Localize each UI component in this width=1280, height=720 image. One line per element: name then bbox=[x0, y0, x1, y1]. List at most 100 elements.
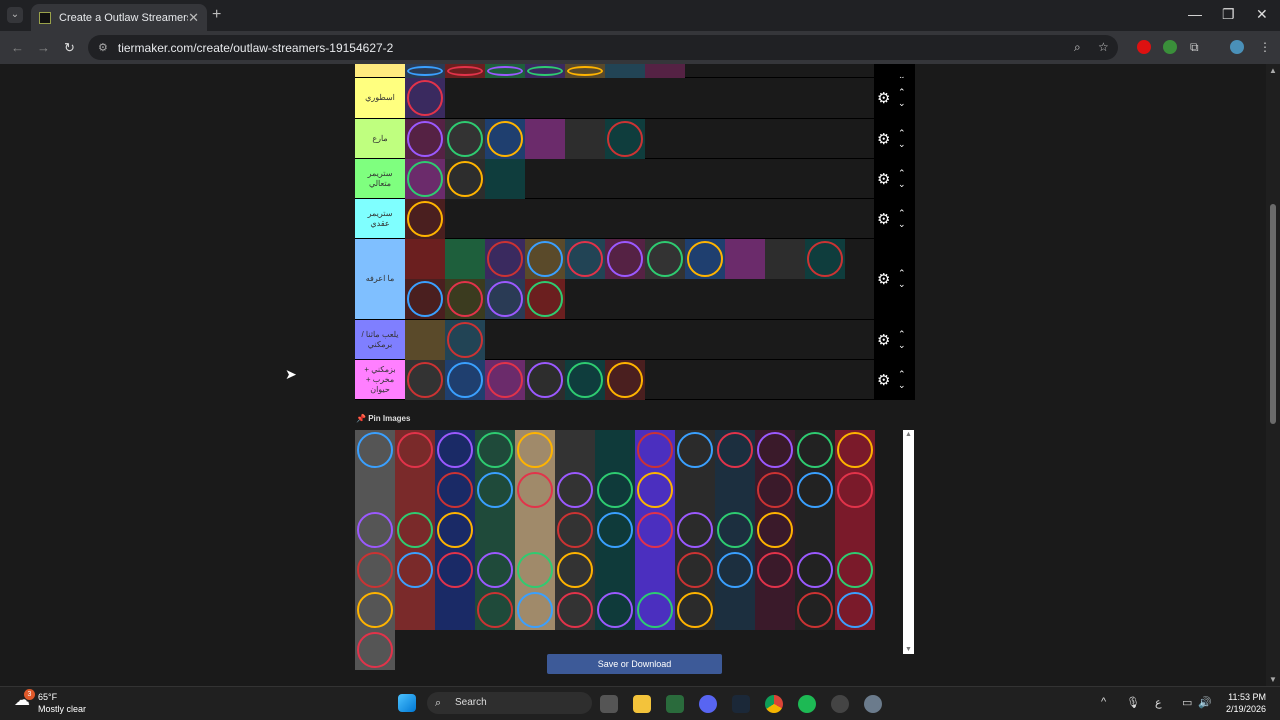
pool-item-image[interactable] bbox=[395, 550, 435, 590]
scroll-down-icon[interactable]: ▼ bbox=[1269, 675, 1277, 684]
steam-icon[interactable] bbox=[732, 695, 750, 713]
tier-item-image[interactable] bbox=[805, 239, 845, 279]
file-explorer-icon[interactable] bbox=[633, 695, 651, 713]
network-icon[interactable]: ▭ bbox=[1182, 696, 1192, 709]
tier-item-image[interactable] bbox=[605, 360, 645, 400]
pool-item-image[interactable] bbox=[715, 550, 755, 590]
pool-item-image[interactable] bbox=[675, 590, 715, 630]
tier-item-image[interactable] bbox=[405, 199, 445, 239]
tier-item-image[interactable] bbox=[645, 64, 685, 78]
pool-item-image[interactable] bbox=[515, 430, 555, 470]
pool-item-image[interactable] bbox=[635, 590, 675, 630]
move-up-icon[interactable]: ⌃ bbox=[898, 268, 906, 278]
pool-item-image[interactable] bbox=[795, 510, 835, 550]
tier-label[interactable] bbox=[355, 64, 405, 77]
pool-item-image[interactable] bbox=[675, 550, 715, 590]
pool-item-image[interactable] bbox=[475, 430, 515, 470]
pool-item-image[interactable] bbox=[555, 470, 595, 510]
pool-item-image[interactable] bbox=[715, 470, 755, 510]
tier-label[interactable]: اسطوري bbox=[355, 78, 405, 118]
pool-item-image[interactable] bbox=[435, 470, 475, 510]
tier-item-image[interactable] bbox=[525, 239, 565, 279]
tab-close-icon[interactable]: ✕ bbox=[188, 10, 199, 26]
move-up-icon[interactable]: ⌃ bbox=[898, 208, 906, 218]
pool-item-image[interactable] bbox=[835, 590, 875, 630]
pool-item-image[interactable] bbox=[355, 470, 395, 510]
pool-item-image[interactable] bbox=[435, 430, 475, 470]
pool-item-image[interactable] bbox=[355, 590, 395, 630]
pool-item-image[interactable] bbox=[555, 430, 595, 470]
page-scrollbar[interactable]: ▲ ▼ bbox=[1266, 64, 1280, 686]
pool-item-image[interactable] bbox=[635, 550, 675, 590]
move-down-icon[interactable]: ⌄ bbox=[898, 98, 906, 108]
pool-item-image[interactable] bbox=[475, 510, 515, 550]
pool-item-image[interactable] bbox=[395, 470, 435, 510]
tier-item-image[interactable] bbox=[565, 239, 605, 279]
scroll-up-icon[interactable]: ▲ bbox=[1269, 66, 1277, 75]
pool-item-image[interactable] bbox=[635, 510, 675, 550]
tier-item-image[interactable] bbox=[485, 159, 525, 199]
gear-icon[interactable]: ⚙ bbox=[877, 371, 890, 389]
tier-item-image[interactable] bbox=[685, 239, 725, 279]
tier-item-image[interactable] bbox=[645, 239, 685, 279]
tier-item-image[interactable] bbox=[405, 159, 445, 199]
pool-item-image[interactable] bbox=[595, 590, 635, 630]
tier-item-image[interactable] bbox=[605, 119, 645, 159]
pool-item-image[interactable] bbox=[795, 430, 835, 470]
tier-item-image[interactable] bbox=[525, 360, 565, 400]
zoom-icon[interactable]: ⌕ bbox=[1074, 40, 1081, 55]
tier-item-image[interactable] bbox=[445, 360, 485, 400]
pool-item-image[interactable] bbox=[435, 510, 475, 550]
pool-item-image[interactable] bbox=[355, 430, 395, 470]
microphone-icon[interactable]: 🎙 bbox=[1126, 696, 1140, 709]
pool-item-image[interactable] bbox=[395, 590, 435, 630]
browser-tab-active[interactable]: Create a Outlaw Streamers Tier ✕ bbox=[31, 4, 207, 31]
pool-item-image[interactable] bbox=[795, 470, 835, 510]
pool-item-image[interactable] bbox=[515, 510, 555, 550]
spotify-icon[interactable] bbox=[798, 695, 816, 713]
pool-item-image[interactable] bbox=[395, 430, 435, 470]
tier-item-image[interactable] bbox=[485, 279, 525, 319]
pin-images-header[interactable]: 📌 Pin Images bbox=[356, 414, 410, 423]
profile-avatar[interactable] bbox=[1230, 40, 1244, 54]
pool-item-image[interactable] bbox=[715, 510, 755, 550]
bookmark-star-icon[interactable]: ☆ bbox=[1098, 40, 1109, 54]
excel-icon[interactable] bbox=[666, 695, 684, 713]
move-down-icon[interactable]: ⌄ bbox=[898, 380, 906, 390]
tier-item-image[interactable] bbox=[405, 279, 445, 319]
scroll-up-icon[interactable]: ▲ bbox=[905, 431, 912, 438]
move-up-icon[interactable]: ⌃ bbox=[898, 369, 906, 379]
tier-label[interactable]: ستريمر عقدي bbox=[355, 199, 405, 238]
tier-item-image[interactable] bbox=[445, 159, 485, 199]
tier-item-image[interactable] bbox=[405, 119, 445, 159]
pool-item-image[interactable] bbox=[755, 590, 795, 630]
address-bar[interactable]: ⚙ tiermaker.com/create/outlaw-streamers-… bbox=[88, 35, 1118, 60]
extension-green-icon[interactable] bbox=[1163, 40, 1177, 54]
extensions-puzzle-icon[interactable]: ⧉ bbox=[1190, 40, 1204, 54]
pool-item-image[interactable] bbox=[475, 470, 515, 510]
forward-icon[interactable]: → bbox=[37, 40, 50, 55]
move-down-icon[interactable]: ⌄ bbox=[898, 279, 906, 289]
tier-label[interactable]: مارع bbox=[355, 119, 405, 158]
new-tab-button[interactable]: + bbox=[212, 6, 221, 24]
tier-item-image[interactable] bbox=[445, 119, 485, 159]
pool-item-image[interactable] bbox=[755, 510, 795, 550]
pool-item-image[interactable] bbox=[835, 430, 875, 470]
pool-item-image[interactable] bbox=[635, 470, 675, 510]
move-up-icon[interactable]: ⌃ bbox=[898, 128, 906, 138]
extension-red-icon[interactable] bbox=[1137, 40, 1151, 54]
tier-item-image[interactable] bbox=[405, 78, 445, 118]
pool-item-image[interactable] bbox=[595, 470, 635, 510]
move-down-icon[interactable]: ⌄ bbox=[898, 219, 906, 229]
tier-label[interactable]: ما اعرفه bbox=[355, 239, 405, 319]
tier-item-image[interactable] bbox=[445, 320, 485, 360]
system-clock[interactable]: 11:53 PM 2/19/2026 bbox=[1210, 691, 1266, 715]
tray-overflow-icon[interactable]: ^ bbox=[1101, 696, 1106, 708]
pool-item-image[interactable] bbox=[515, 470, 555, 510]
reload-icon[interactable]: ↻ bbox=[64, 40, 75, 56]
pool-item-image[interactable] bbox=[555, 550, 595, 590]
tier-item-image[interactable] bbox=[565, 119, 605, 159]
settings-icon[interactable] bbox=[864, 695, 882, 713]
task-view-icon[interactable] bbox=[600, 695, 618, 713]
tab-search-button[interactable]: ⌄ bbox=[7, 7, 23, 23]
